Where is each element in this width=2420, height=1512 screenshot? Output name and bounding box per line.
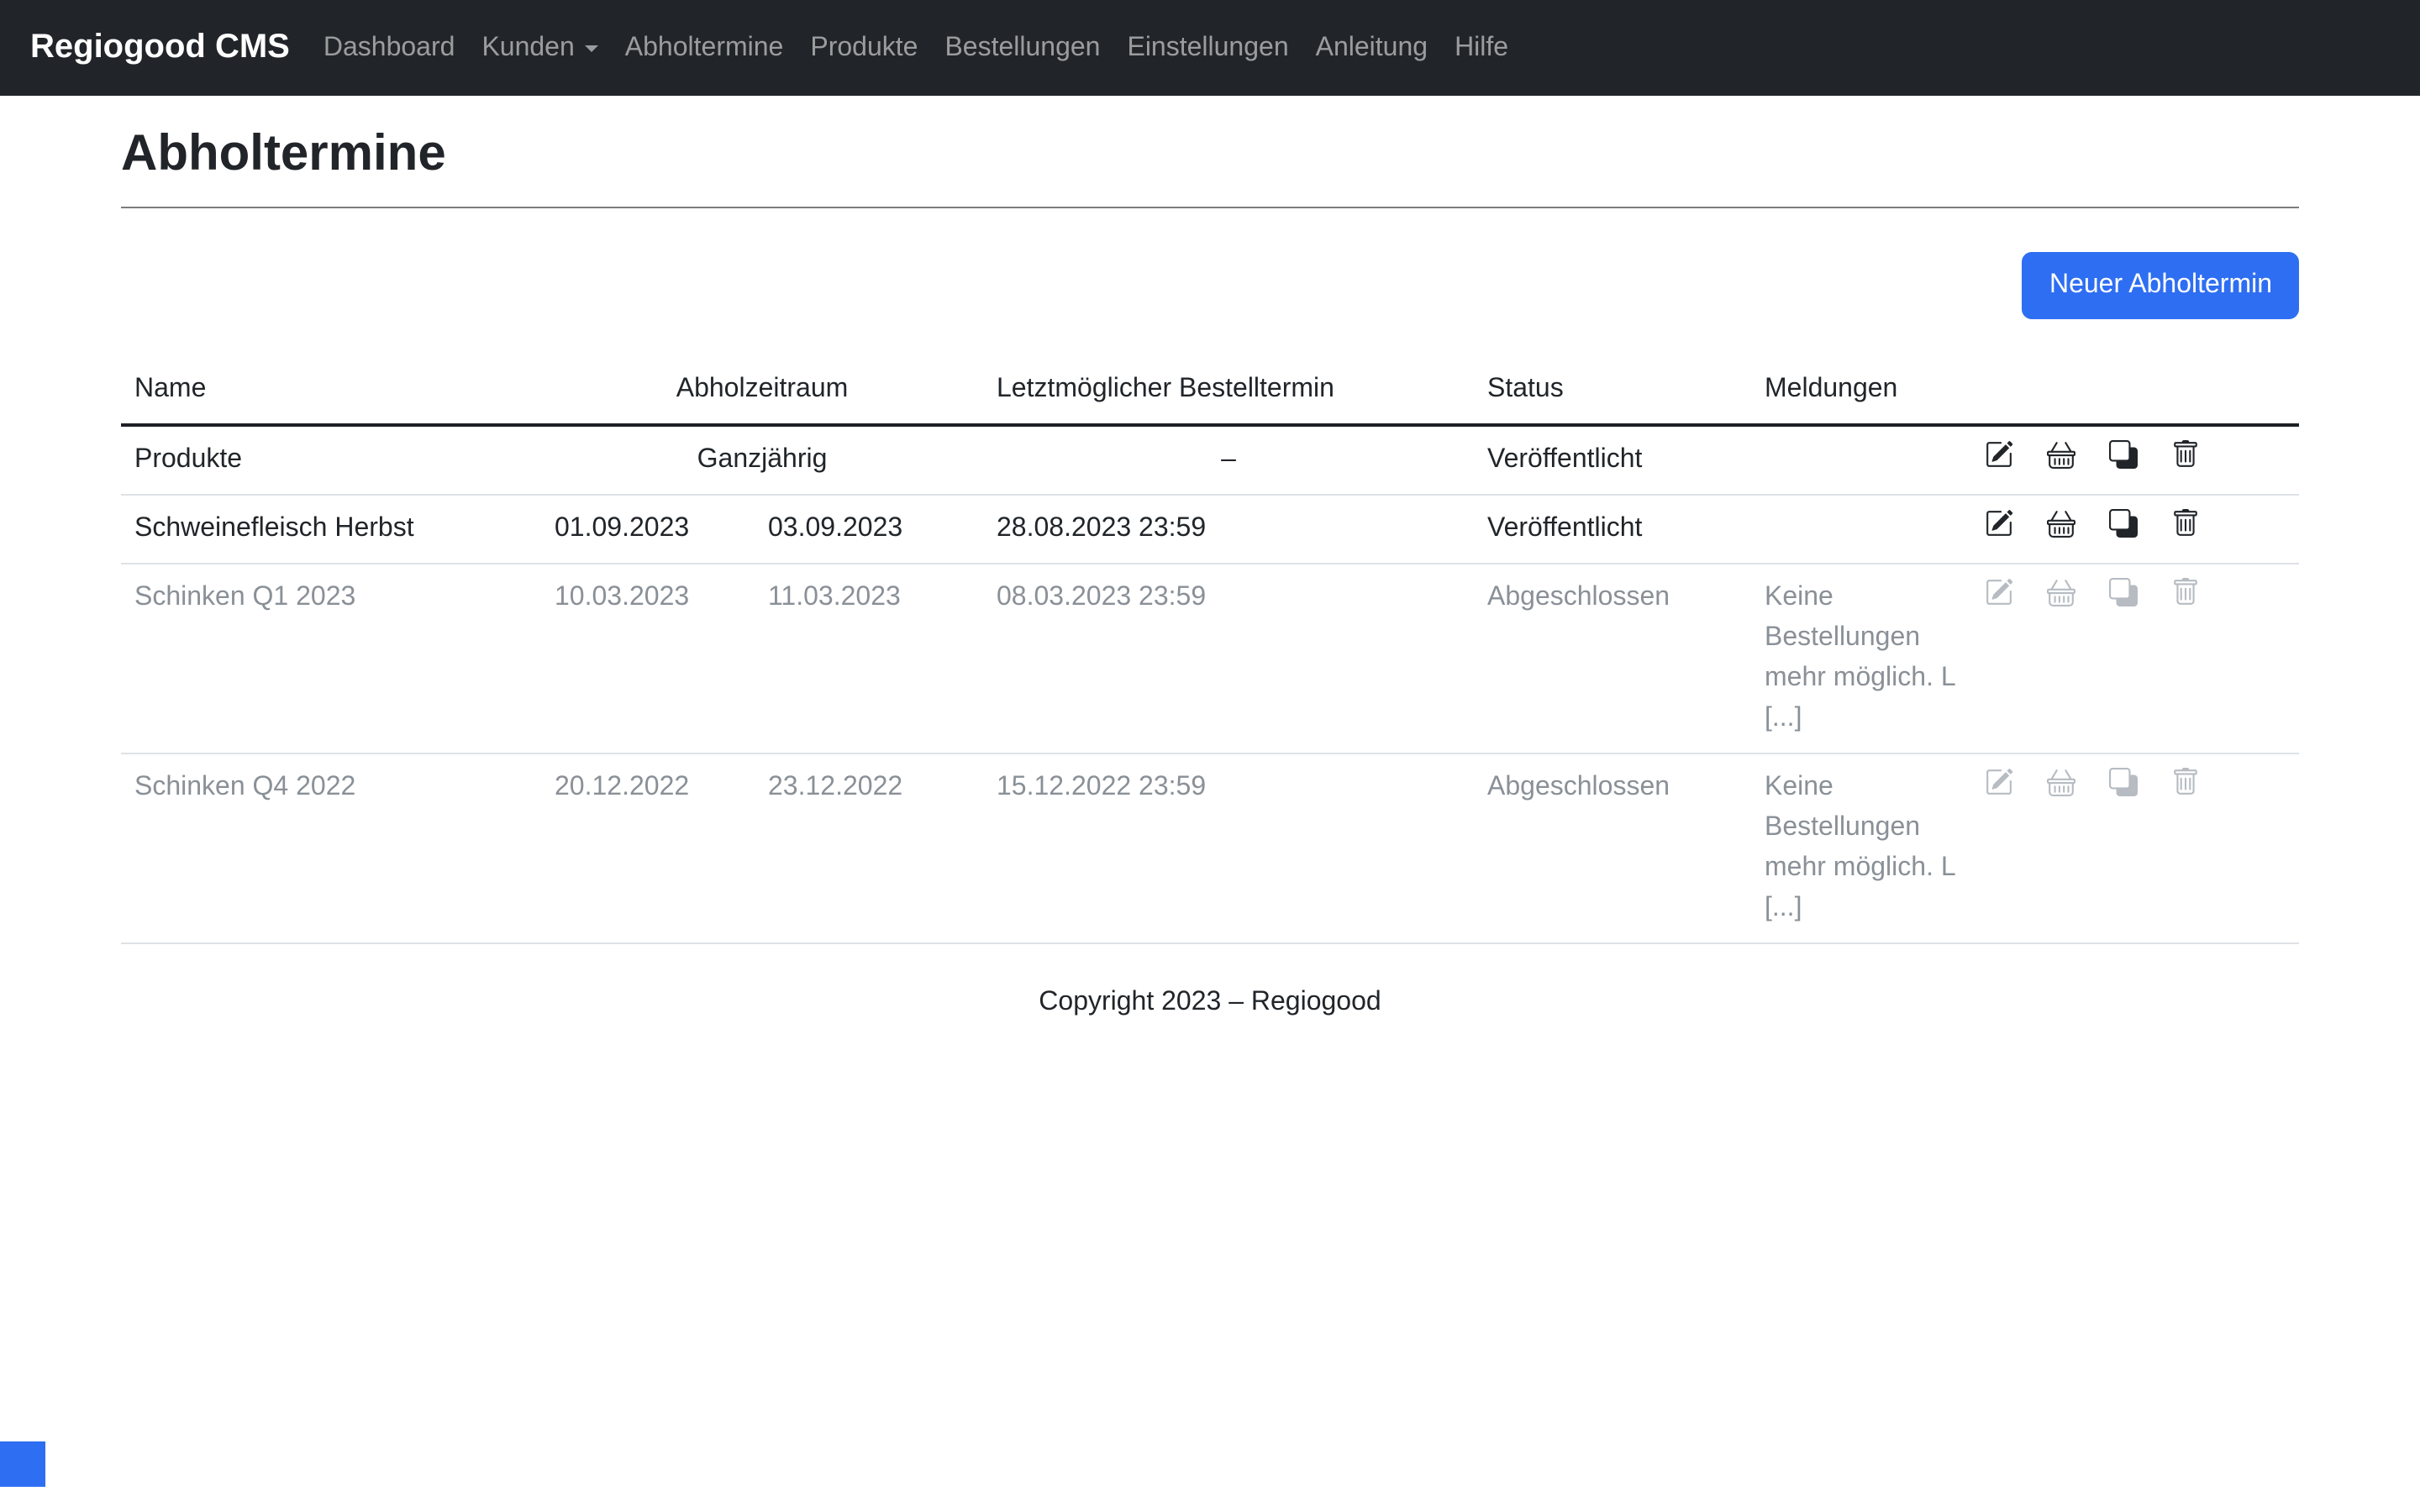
edit-button[interactable] xyxy=(1985,578,2013,606)
nav-item-einstellungen[interactable]: Einstellungen xyxy=(1113,19,1302,76)
cell-period-end: 11.03.2023 xyxy=(755,564,983,753)
cell-messages xyxy=(1751,425,1971,495)
basket-icon xyxy=(2047,578,2075,606)
nav-item-label: Abholtermine xyxy=(625,33,784,61)
table-row: Produkte Ganzjährig – Veröffentlicht xyxy=(121,425,2299,495)
brand-logo[interactable]: Regiogood CMS xyxy=(30,29,290,67)
nav-item-label: Einstellungen xyxy=(1127,33,1288,61)
duplicate-button[interactable] xyxy=(2109,578,2138,606)
nav-item-produkte[interactable]: Produkte xyxy=(797,19,931,76)
basket-icon xyxy=(2047,768,2075,796)
duplicate-button[interactable] xyxy=(2109,768,2138,796)
cell-deadline: 15.12.2022 23:59 xyxy=(983,753,1474,943)
cell-period-start: 01.09.2023 xyxy=(541,495,755,564)
duplicate-button[interactable] xyxy=(2109,440,2138,469)
new-abholtermin-button[interactable]: Neuer Abholtermin xyxy=(2023,252,2299,319)
page-root: Regiogood CMS Dashboard Kunden Abholterm… xyxy=(0,0,2420,1512)
nav-item-label: Dashboard xyxy=(324,33,455,61)
table-row: Schinken Q1 2023 10.03.2023 11.03.2023 0… xyxy=(121,564,2299,753)
orders-basket-button[interactable] xyxy=(2047,440,2075,469)
column-header-name: Name xyxy=(121,356,541,425)
page-title: Abholtermine xyxy=(121,126,2299,183)
abholtermine-table: Name Abholzeitraum Letztmöglicher Bestel… xyxy=(121,356,2299,944)
trash-icon xyxy=(2171,440,2200,469)
nav-item-kunden-dropdown[interactable]: Kunden xyxy=(468,19,611,76)
cell-actions xyxy=(1971,495,2299,564)
top-navbar: Regiogood CMS Dashboard Kunden Abholterm… xyxy=(0,0,2420,96)
table-row: Schinken Q4 2022 20.12.2022 23.12.2022 1… xyxy=(121,753,2299,943)
nav-item-dashboard[interactable]: Dashboard xyxy=(310,19,469,76)
toolbar: Neuer Abholtermin xyxy=(121,252,2299,319)
duplicate-icon xyxy=(2109,509,2138,538)
table-row: Schweinefleisch Herbst 01.09.2023 03.09.… xyxy=(121,495,2299,564)
pencil-square-icon xyxy=(1985,440,2013,469)
title-divider xyxy=(121,207,2299,208)
basket-icon xyxy=(2047,509,2075,538)
trash-icon xyxy=(2171,509,2200,538)
cell-status: Abgeschlossen xyxy=(1474,564,1751,753)
edit-button[interactable] xyxy=(1985,440,2013,469)
main-content: Abholtermine Neuer Abholtermin Name Abho… xyxy=(101,126,2319,1085)
main-nav: Dashboard Kunden Abholtermine Produkte B… xyxy=(310,19,1522,76)
nav-item-anleitung[interactable]: Anleitung xyxy=(1302,19,1441,76)
delete-button[interactable] xyxy=(2171,440,2200,469)
nav-item-label: Produkte xyxy=(810,33,918,61)
nav-item-hilfe[interactable]: Hilfe xyxy=(1441,19,1522,76)
nav-item-bestellungen[interactable]: Bestellungen xyxy=(931,19,1113,76)
pencil-square-icon xyxy=(1985,768,2013,796)
cell-period-end: 03.09.2023 xyxy=(755,495,983,564)
cell-name: Schweinefleisch Herbst xyxy=(121,495,541,564)
delete-button[interactable] xyxy=(2171,768,2200,796)
delete-button[interactable] xyxy=(2171,509,2200,538)
cell-deadline: 28.08.2023 23:59 xyxy=(983,495,1474,564)
cell-actions xyxy=(1971,425,2299,495)
orders-basket-button[interactable] xyxy=(2047,578,2075,606)
column-header-status: Status xyxy=(1474,356,1751,425)
nav-item-label: Anleitung xyxy=(1316,33,1428,61)
edit-button[interactable] xyxy=(1985,768,2013,796)
column-header-period: Abholzeitraum xyxy=(541,356,983,425)
cell-status: Abgeschlossen xyxy=(1474,753,1751,943)
nav-item-abholtermine[interactable]: Abholtermine xyxy=(612,19,797,76)
orders-basket-button[interactable] xyxy=(2047,768,2075,796)
delete-button[interactable] xyxy=(2171,578,2200,606)
column-header-actions xyxy=(1971,356,2299,425)
cell-messages: Keine Bestellungen mehr möglich. L [...] xyxy=(1751,564,1971,753)
duplicate-icon xyxy=(2109,578,2138,606)
cell-name: Schinken Q4 2022 xyxy=(121,753,541,943)
cell-period-start: 10.03.2023 xyxy=(541,564,755,753)
cell-actions xyxy=(1971,753,2299,943)
column-header-deadline: Letztmöglicher Bestelltermin xyxy=(983,356,1474,425)
trash-icon xyxy=(2171,578,2200,606)
cell-period-start: 20.12.2022 xyxy=(541,753,755,943)
footer-copyright: Copyright 2023 – Regiogood xyxy=(121,988,2299,1085)
nav-item-label: Hilfe xyxy=(1455,33,1508,61)
duplicate-icon xyxy=(2109,768,2138,796)
duplicate-button[interactable] xyxy=(2109,509,2138,538)
basket-icon xyxy=(2047,440,2075,469)
trash-icon xyxy=(2171,768,2200,796)
orders-basket-button[interactable] xyxy=(2047,509,2075,538)
cell-actions xyxy=(1971,564,2299,753)
column-header-messages: Meldungen xyxy=(1751,356,1971,425)
cell-name: Schinken Q1 2023 xyxy=(121,564,541,753)
nav-item-label: Bestellungen xyxy=(944,33,1100,61)
table-header-row: Name Abholzeitraum Letztmöglicher Bestel… xyxy=(121,356,2299,425)
cell-deadline: – xyxy=(983,425,1474,495)
duplicate-icon xyxy=(2109,440,2138,469)
cell-deadline: 08.03.2023 23:59 xyxy=(983,564,1474,753)
pencil-square-icon xyxy=(1985,509,2013,538)
pencil-square-icon xyxy=(1985,578,2013,606)
cell-messages xyxy=(1751,495,1971,564)
cell-messages: Keine Bestellungen mehr möglich. L [...] xyxy=(1751,753,1971,943)
bottom-left-blue-artifact xyxy=(0,1441,45,1487)
cell-name: Produkte xyxy=(121,425,541,495)
cell-status: Veröffentlicht xyxy=(1474,495,1751,564)
cell-period-end: 23.12.2022 xyxy=(755,753,983,943)
cell-period: Ganzjährig xyxy=(541,425,983,495)
cell-status: Veröffentlicht xyxy=(1474,425,1751,495)
edit-button[interactable] xyxy=(1985,509,2013,538)
chevron-down-icon xyxy=(585,45,598,51)
nav-item-label: Kunden xyxy=(481,33,574,61)
